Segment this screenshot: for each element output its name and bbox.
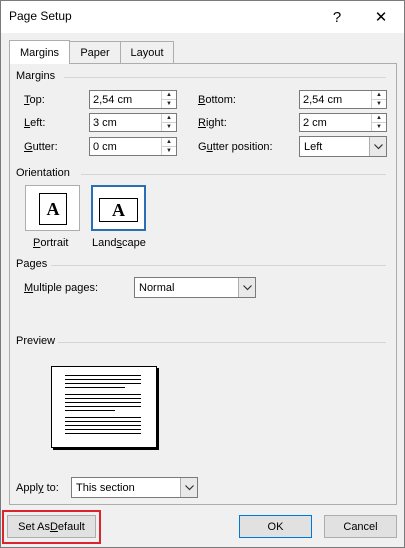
left-margin-value: 3 cm bbox=[93, 117, 117, 129]
pages-divider bbox=[51, 265, 386, 266]
spin-down-icon[interactable]: ▼ bbox=[372, 100, 386, 108]
cancel-button[interactable]: Cancel bbox=[324, 515, 397, 538]
gutter-position-value: Left bbox=[304, 141, 323, 153]
spin-down-icon[interactable]: ▼ bbox=[162, 147, 176, 155]
preview-page bbox=[51, 366, 157, 448]
apply-to-label: Apply to: bbox=[16, 482, 59, 494]
bottom-margin-value: 2,54 cm bbox=[303, 94, 343, 106]
top-margin-spinner[interactable]: 2,54 cm ▲ ▼ bbox=[89, 90, 177, 109]
spin-down-icon[interactable]: ▼ bbox=[372, 123, 386, 131]
landscape-option[interactable]: A bbox=[91, 185, 146, 231]
gutter-value: 0 cm bbox=[93, 141, 117, 153]
pages-group-label: Pages bbox=[16, 258, 48, 270]
preview-divider bbox=[58, 342, 386, 343]
set-as-default-button[interactable]: Set As Default bbox=[7, 515, 96, 538]
spin-up-icon[interactable]: ▲ bbox=[162, 114, 176, 123]
tab-paper[interactable]: Paper bbox=[68, 41, 122, 63]
spin-down-icon[interactable]: ▼ bbox=[162, 100, 176, 108]
portrait-label: Portrait bbox=[33, 237, 69, 249]
spin-down-icon[interactable]: ▼ bbox=[162, 123, 176, 131]
margins-group-label: Margins bbox=[16, 70, 56, 82]
margins-divider bbox=[64, 77, 386, 78]
spin-up-icon[interactable]: ▲ bbox=[372, 114, 386, 123]
spin-up-icon[interactable]: ▲ bbox=[372, 91, 386, 100]
orientation-group-label: Orientation bbox=[16, 167, 70, 179]
landscape-page-icon: A bbox=[99, 198, 138, 222]
gutter-spinner[interactable]: 0 cm ▲ ▼ bbox=[89, 137, 177, 156]
multiple-pages-label: Multiple pages: bbox=[24, 282, 98, 294]
left-margin-spinner[interactable]: 3 cm ▲ ▼ bbox=[89, 113, 177, 132]
right-label: Right: bbox=[198, 117, 227, 129]
gutter-position-label: Gutter position: bbox=[198, 141, 273, 153]
apply-to-value: This section bbox=[76, 482, 135, 494]
spin-up-icon[interactable]: ▲ bbox=[162, 91, 176, 100]
apply-to-select[interactable]: This section bbox=[71, 477, 198, 498]
bottom-margin-spinner[interactable]: 2,54 cm ▲ ▼ bbox=[299, 90, 387, 109]
tab-margins[interactable]: Margins bbox=[9, 40, 70, 64]
chevron-down-icon[interactable] bbox=[369, 137, 386, 156]
gutter-label: Gutter: bbox=[24, 141, 58, 153]
portrait-option[interactable]: A bbox=[25, 185, 80, 231]
title-bar: Page Setup ? ✕ bbox=[1, 1, 404, 33]
bottom-label: Bottom: bbox=[198, 94, 236, 106]
help-button[interactable]: ? bbox=[319, 1, 355, 33]
close-button[interactable]: ✕ bbox=[363, 1, 399, 33]
preview-group-label: Preview bbox=[16, 335, 56, 347]
left-label: Left: bbox=[24, 117, 46, 129]
multiple-pages-select[interactable]: Normal bbox=[134, 277, 256, 298]
spin-up-icon[interactable]: ▲ bbox=[162, 138, 176, 147]
window-title: Page Setup bbox=[9, 9, 72, 23]
chevron-down-icon[interactable] bbox=[238, 278, 255, 297]
orientation-divider bbox=[81, 174, 386, 175]
multiple-pages-value: Normal bbox=[139, 282, 175, 294]
right-margin-spinner[interactable]: 2 cm ▲ ▼ bbox=[299, 113, 387, 132]
ok-button[interactable]: OK bbox=[239, 515, 312, 538]
top-label: Top: bbox=[24, 94, 45, 106]
chevron-down-icon[interactable] bbox=[180, 478, 197, 497]
right-margin-value: 2 cm bbox=[303, 117, 327, 129]
tab-layout[interactable]: Layout bbox=[120, 41, 174, 63]
landscape-label: Landscape bbox=[92, 237, 146, 249]
page-setup-dialog: Page Setup ? ✕ Margins Paper Layout Marg… bbox=[0, 0, 405, 548]
top-margin-value: 2,54 cm bbox=[93, 94, 133, 106]
gutter-position-select[interactable]: Left bbox=[299, 136, 387, 157]
portrait-page-icon: A bbox=[39, 193, 67, 225]
